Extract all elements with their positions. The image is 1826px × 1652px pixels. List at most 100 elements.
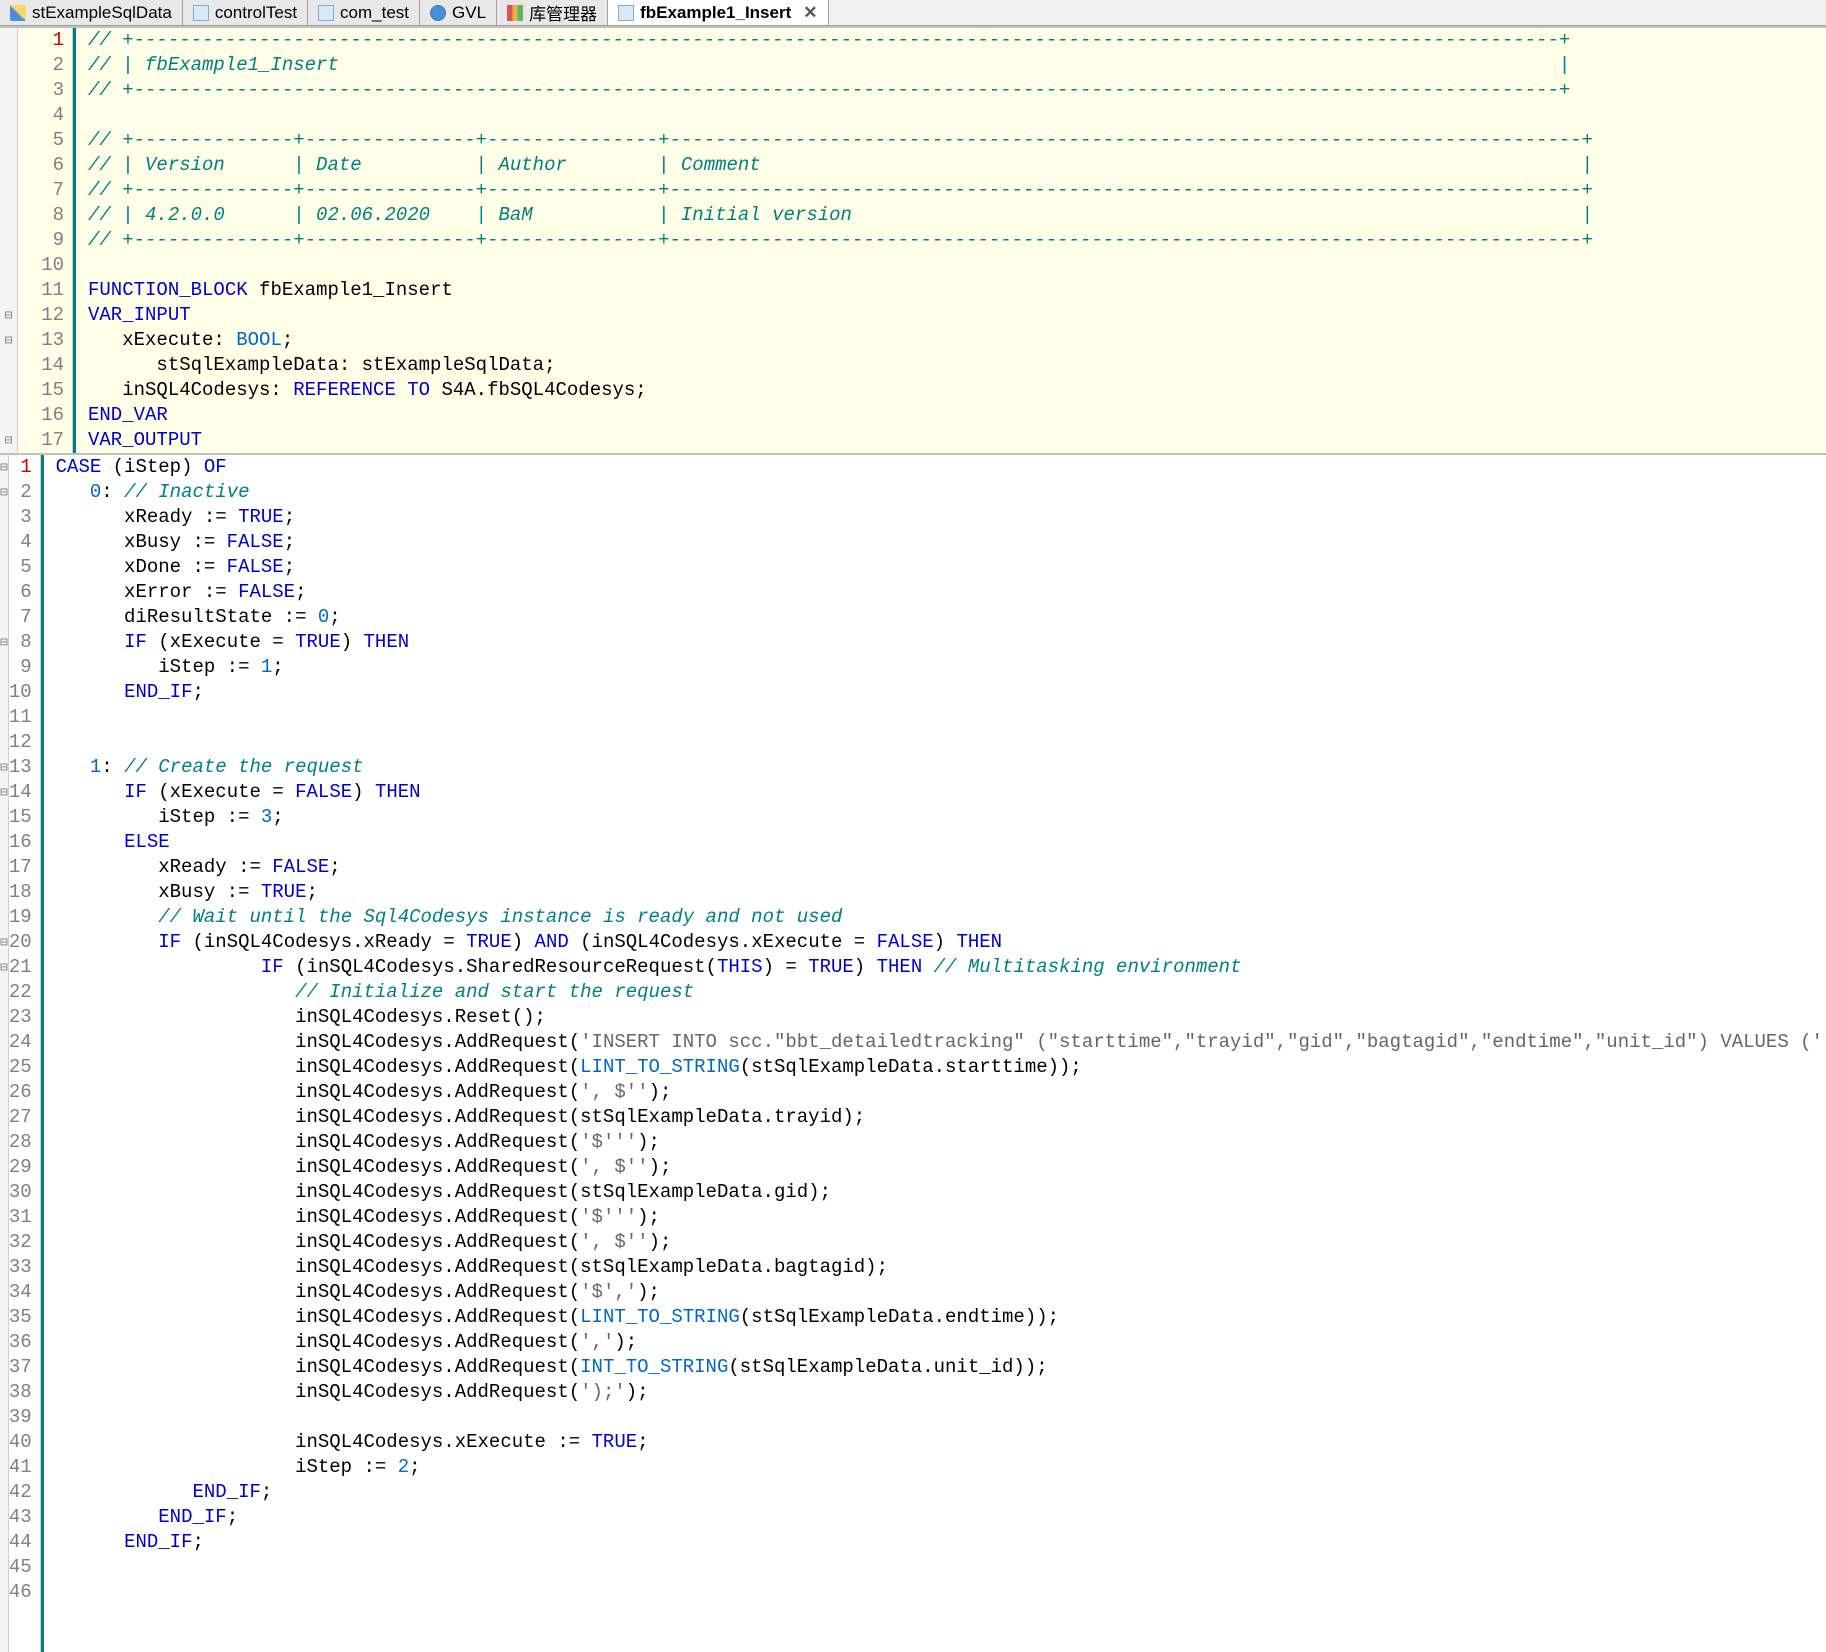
fold-marker[interactable]: ⊟ <box>0 955 8 980</box>
code-line[interactable]: // Initialize and start the request <box>56 980 1826 1005</box>
fold-marker <box>0 178 17 203</box>
code-line[interactable]: stSqlExampleData: stExampleSqlData; <box>88 353 1826 378</box>
code-line[interactable]: inSQL4Codesys.AddRequest(', $''); <box>56 1155 1826 1180</box>
line-number: 14 <box>18 353 64 378</box>
code-line[interactable]: inSQL4Codesys.AddRequest('$'''); <box>56 1205 1826 1230</box>
code-line[interactable]: // | 4.2.0.0 | 02.06.2020 | BaM | Initia… <box>88 203 1826 228</box>
code-line[interactable]: FUNCTION_BLOCK fbExample1_Insert <box>88 278 1826 303</box>
token: ; <box>329 605 340 630</box>
code-line[interactable]: 0: // Inactive <box>56 480 1826 505</box>
code-line[interactable]: END_IF; <box>56 1505 1826 1530</box>
token: ; <box>284 555 295 580</box>
close-icon[interactable]: ✕ <box>803 3 817 23</box>
code-line[interactable]: xReady := FALSE; <box>56 855 1826 880</box>
code-line[interactable]: xBusy := FALSE; <box>56 530 1826 555</box>
tab-2[interactable]: com_test <box>308 0 420 25</box>
line-number: 1 <box>18 28 64 53</box>
code-line[interactable]: inSQL4Codesys.AddRequest(stSqlExampleDat… <box>56 1255 1826 1280</box>
token: ) <box>352 780 375 805</box>
code-line[interactable]: inSQL4Codesys.AddRequest(LINT_TO_STRING(… <box>56 1305 1826 1330</box>
code-line[interactable] <box>56 1555 1826 1580</box>
token: (stSqlExampleData.endtime)); <box>740 1305 1059 1330</box>
code-line[interactable]: inSQL4Codesys.AddRequest('$','); <box>56 1280 1826 1305</box>
tab-3[interactable]: GVL <box>420 0 497 25</box>
code-line[interactable]: // +--------------+---------------+-----… <box>88 128 1826 153</box>
code-line[interactable]: inSQL4Codesys.AddRequest(', $''); <box>56 1080 1826 1105</box>
code-line[interactable]: // | Version | Date | Author | Comment | <box>88 153 1826 178</box>
code-line[interactable]: xReady := TRUE; <box>56 505 1826 530</box>
fold-marker[interactable]: ⊟ <box>0 455 8 480</box>
code-line[interactable]: END_IF; <box>56 1530 1826 1555</box>
code-line[interactable]: diResultState := 0; <box>56 605 1826 630</box>
code-line[interactable]: // +------------------------------------… <box>88 78 1826 103</box>
code-line[interactable]: IF (xExecute = FALSE) THEN <box>56 780 1826 805</box>
fold-marker[interactable]: ⊟ <box>0 930 8 955</box>
fold-marker <box>0 1055 8 1080</box>
fold-marker[interactable]: ⊟ <box>0 780 8 805</box>
code-line[interactable]: END_VAR <box>88 403 1826 428</box>
code-line[interactable]: // +--------------+---------------+-----… <box>88 228 1826 253</box>
code-line[interactable]: END_IF; <box>56 1480 1826 1505</box>
tab-0[interactable]: stExampleSqlData <box>0 0 183 25</box>
fold-marker[interactable]: ⊟ <box>0 630 8 655</box>
token: ; <box>637 1430 648 1455</box>
tab-1[interactable]: controlTest <box>183 0 308 25</box>
code-line[interactable]: IF (inSQL4Codesys.SharedResourceRequest(… <box>56 955 1826 980</box>
token: AND <box>535 930 569 955</box>
fold-marker <box>0 1580 8 1605</box>
code-line[interactable]: IF (inSQL4Codesys.xReady = TRUE) AND (in… <box>56 930 1826 955</box>
code-line[interactable]: VAR_INPUT <box>88 303 1826 328</box>
code-line[interactable]: ELSE <box>56 830 1826 855</box>
code-line[interactable] <box>88 103 1826 128</box>
code-line[interactable]: inSQL4Codesys.xExecute := TRUE; <box>56 1430 1826 1455</box>
code-line[interactable]: inSQL4Codesys.AddRequest(','); <box>56 1330 1826 1355</box>
code-line[interactable]: inSQL4Codesys: REFERENCE TO S4A.fbSQL4Co… <box>88 378 1826 403</box>
token: THEN <box>877 955 923 980</box>
code-line[interactable]: iStep := 1; <box>56 655 1826 680</box>
code-line[interactable]: CASE (iStep) OF <box>56 455 1826 480</box>
code-line[interactable]: inSQL4Codesys.AddRequest(INT_TO_STRING(s… <box>56 1355 1826 1380</box>
code-line[interactable]: inSQL4Codesys.AddRequest(stSqlExampleDat… <box>56 1180 1826 1205</box>
token: ; <box>409 1455 420 1480</box>
code-line[interactable] <box>56 1580 1826 1605</box>
code-line[interactable]: inSQL4Codesys.AddRequest(', $''); <box>56 1230 1826 1255</box>
code-line[interactable]: 1: // Create the request <box>56 755 1826 780</box>
code-line[interactable]: inSQL4Codesys.Reset(); <box>56 1005 1826 1030</box>
code-line[interactable]: xDone := FALSE; <box>56 555 1826 580</box>
code-line[interactable]: xExecute: BOOL; <box>88 328 1826 353</box>
code-line[interactable]: inSQL4Codesys.AddRequest(stSqlExampleDat… <box>56 1105 1826 1130</box>
code-line[interactable] <box>56 705 1826 730</box>
code-line[interactable]: IF (xExecute = TRUE) THEN <box>56 630 1826 655</box>
code-line[interactable]: END_IF; <box>56 680 1826 705</box>
code-line[interactable]: xBusy := TRUE; <box>56 880 1826 905</box>
code-line[interactable]: iStep := 2; <box>56 1455 1826 1480</box>
fold-marker[interactable]: ⊟ <box>0 480 8 505</box>
code-top[interactable]: // +------------------------------------… <box>73 28 1826 453</box>
code-line[interactable] <box>88 253 1826 278</box>
fold-marker[interactable]: ⊟ <box>0 755 8 780</box>
code-line[interactable]: // +--------------+---------------+-----… <box>88 178 1826 203</box>
code-line[interactable]: // +------------------------------------… <box>88 28 1826 53</box>
code-line[interactable] <box>56 1405 1826 1430</box>
code-line[interactable]: inSQL4Codesys.AddRequest('$'''); <box>56 1130 1826 1155</box>
code-line[interactable]: // Wait until the Sql4Codesys instance i… <box>56 905 1826 930</box>
code-line[interactable]: VAR_OUTPUT <box>88 428 1826 453</box>
code-bottom[interactable]: CASE (iStep) OF 0: // Inactive xReady :=… <box>41 455 1826 1652</box>
fold-marker <box>0 1155 8 1180</box>
tab-5[interactable]: fbExample1_Insert ✕ <box>608 0 828 25</box>
code-line[interactable]: inSQL4Codesys.AddRequest(');'); <box>56 1380 1826 1405</box>
code-line[interactable]: inSQL4Codesys.AddRequest('INSERT INTO sc… <box>56 1030 1826 1055</box>
token: // Initialize and start the request <box>295 980 694 1005</box>
token: iStep := <box>56 805 261 830</box>
fold-marker[interactable]: ⊟ <box>0 328 17 353</box>
fold-marker[interactable]: ⊟ <box>0 303 17 328</box>
tab-label: fbExample1_Insert <box>640 3 791 23</box>
code-line[interactable]: xError := FALSE; <box>56 580 1826 605</box>
code-line[interactable]: inSQL4Codesys.AddRequest(LINT_TO_STRING(… <box>56 1055 1826 1080</box>
token: ; <box>272 655 283 680</box>
code-line[interactable]: iStep := 3; <box>56 805 1826 830</box>
fold-marker[interactable]: ⊟ <box>0 428 17 453</box>
tab-4[interactable]: 库管理器 <box>497 0 608 25</box>
code-line[interactable] <box>56 730 1826 755</box>
code-line[interactable]: // | fbExample1_Insert | <box>88 53 1826 78</box>
